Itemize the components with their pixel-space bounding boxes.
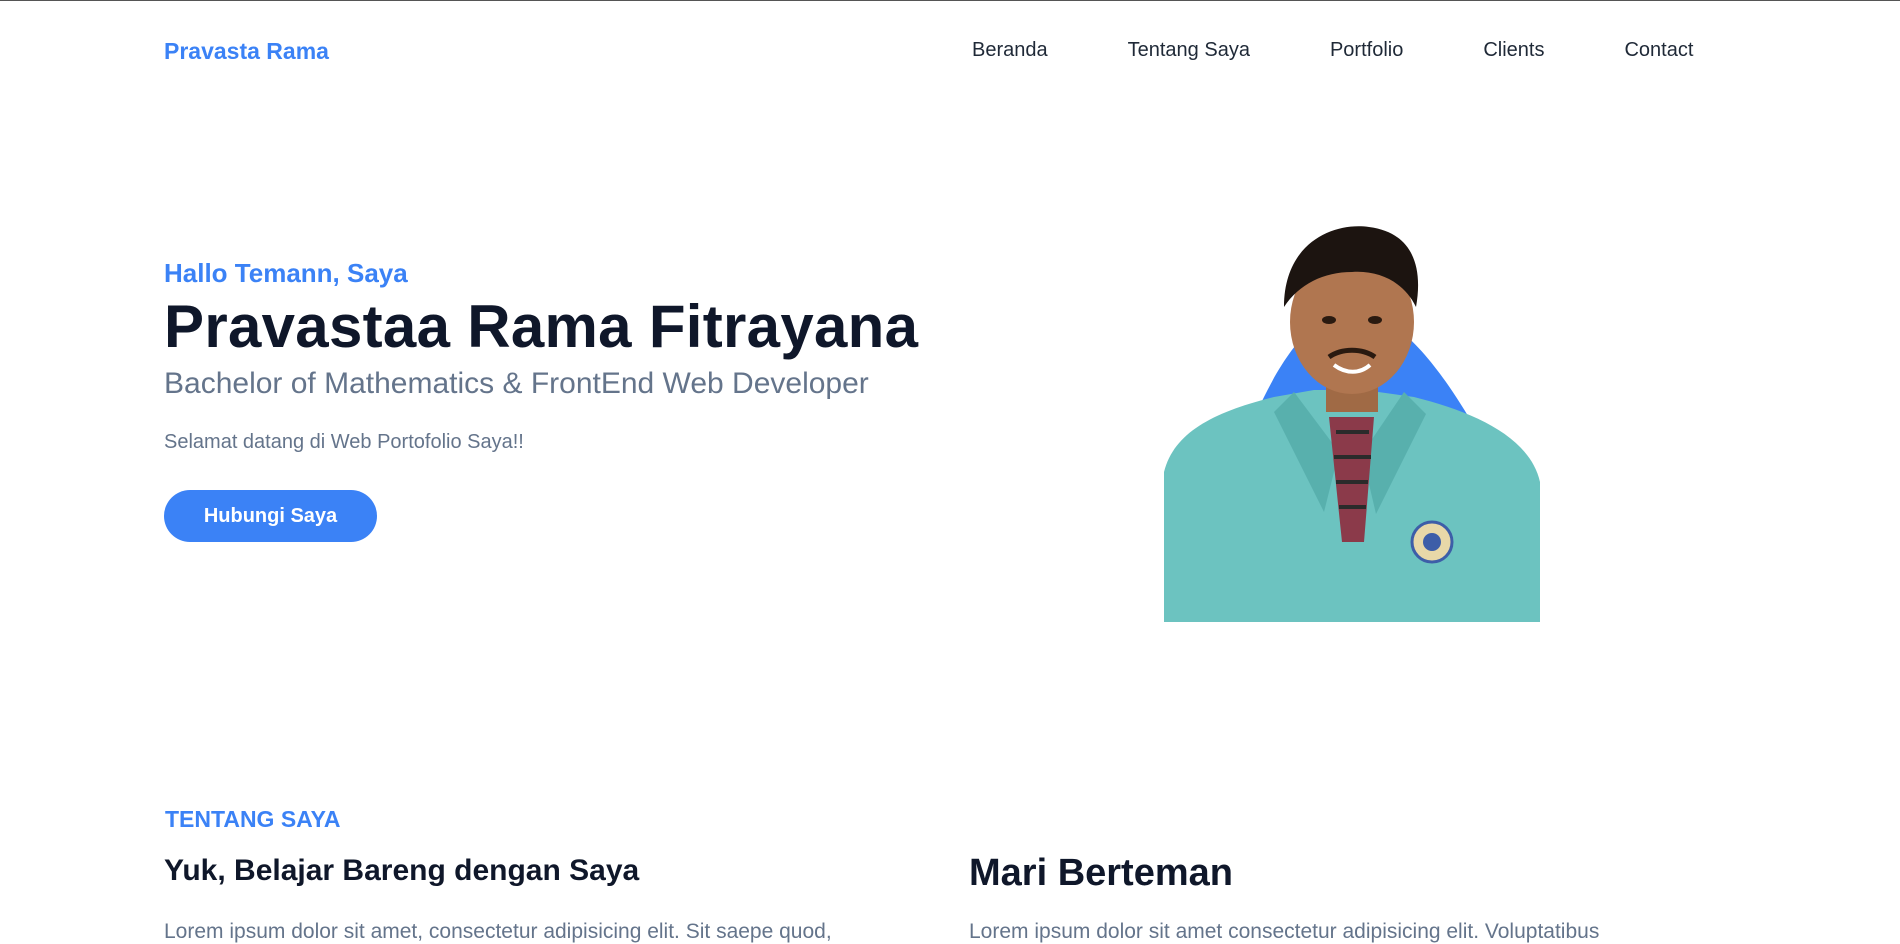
profile-photo	[1164, 222, 1540, 622]
about-title: Yuk, Belajar Bareng dengan Saya	[164, 854, 640, 887]
about-text: Lorem ipsum dolor sit amet, consectetur …	[164, 920, 832, 943]
hero-welcome: Selamat datang di Web Portofolio Saya!!	[164, 431, 524, 453]
brand-logo[interactable]: Pravasta Rama	[164, 38, 329, 65]
nav-links: Beranda Tentang Saya Portfolio Clients C…	[972, 39, 1693, 62]
friend-text: Lorem ipsum dolor sit amet consectetur a…	[969, 920, 1600, 943]
nav-link-clients[interactable]: Clients	[1483, 39, 1544, 62]
hero-name: Pravastaa Rama Fitrayana	[164, 293, 919, 360]
nav-link-beranda[interactable]: Beranda	[972, 39, 1048, 62]
hero-section: Hallo Temann, Saya Pravastaa Rama Fitray…	[164, 258, 964, 542]
contact-me-button[interactable]: Hubungi Saya	[164, 490, 377, 542]
nav-link-tentang-saya[interactable]: Tentang Saya	[1128, 39, 1250, 62]
hero-greeting: Hallo Temann, Saya	[164, 258, 408, 288]
about-section-label: TENTANG SAYA	[165, 806, 341, 832]
university-badge	[1410, 520, 1454, 564]
nav-link-portfolio[interactable]: Portfolio	[1330, 39, 1403, 62]
navbar: Pravasta Rama Beranda Tentang Saya Portf…	[0, 0, 1900, 102]
friend-title: Mari Berteman	[969, 852, 1233, 894]
hero-role: Bachelor of Mathematics & FrontEnd Web D…	[164, 367, 869, 400]
nav-link-contact[interactable]: Contact	[1624, 39, 1693, 62]
